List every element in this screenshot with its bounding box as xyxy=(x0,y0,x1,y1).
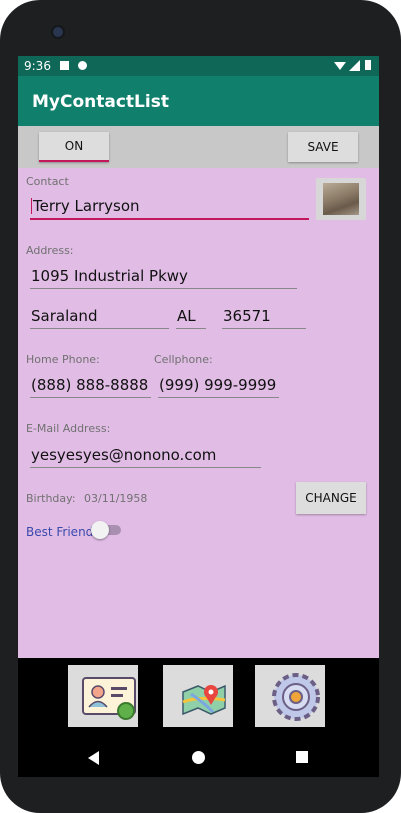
birthday-label: Birthday: xyxy=(26,492,76,505)
contact-name-field[interactable]: Terry Larryson xyxy=(30,196,309,220)
home-phone-label: Home Phone: xyxy=(26,353,100,366)
battery-icon xyxy=(365,60,371,70)
address-field[interactable]: 1095 Industrial Pkwy xyxy=(30,266,297,289)
home-icon[interactable] xyxy=(192,751,205,764)
sd-card-icon xyxy=(60,61,69,70)
map-icon xyxy=(182,684,226,716)
sync-icon xyxy=(78,61,87,70)
back-icon[interactable] xyxy=(88,751,99,765)
system-nav-bar xyxy=(18,736,379,777)
nav-settings-button[interactable] xyxy=(255,665,325,727)
cellphone-label: Cellphone: xyxy=(154,353,213,366)
cellphone-field[interactable]: (999) 999-9999 xyxy=(158,375,279,398)
nav-map-button[interactable] xyxy=(163,665,233,727)
change-birthday-button[interactable]: CHANGE xyxy=(296,482,366,514)
state-field[interactable]: AL xyxy=(176,306,206,329)
signal-icon xyxy=(349,60,360,71)
contact-card-icon xyxy=(82,677,136,720)
settings-gear-icon xyxy=(272,673,320,721)
front-camera xyxy=(53,27,63,37)
edit-toggle-button[interactable]: ON xyxy=(39,132,109,162)
zip-field[interactable]: 36571 xyxy=(222,306,306,329)
bottom-nav xyxy=(18,658,379,736)
address-label: Address: xyxy=(26,244,74,257)
birthday-value: 03/11/1958 xyxy=(84,492,148,505)
contact-label: Contact xyxy=(26,175,69,188)
screen: 9:36 MyContactList ON SAVE Contact Terry… xyxy=(18,56,379,777)
nav-contact-list-button[interactable] xyxy=(68,665,138,727)
best-friend-label: Best Friend xyxy=(26,525,94,539)
contact-name-value: Terry Larryson xyxy=(33,197,140,215)
email-label: E-Mail Address: xyxy=(26,422,111,435)
phone-frame: 9:36 MyContactList ON SAVE Contact Terry… xyxy=(0,0,401,813)
home-phone-field[interactable]: (888) 888-8888 xyxy=(30,375,151,398)
app-bar: MyContactList xyxy=(18,76,379,126)
status-time: 9:36 xyxy=(24,59,51,73)
recents-icon[interactable] xyxy=(296,751,308,763)
edit-toolbar: ON SAVE xyxy=(18,126,379,168)
contact-form: Contact Terry Larryson Address: 1095 Ind… xyxy=(18,168,379,658)
save-button[interactable]: SAVE xyxy=(288,132,358,162)
app-title: MyContactList xyxy=(32,92,169,112)
contact-photo xyxy=(323,183,359,215)
wifi-icon xyxy=(334,62,346,70)
contact-photo-button[interactable] xyxy=(316,178,366,220)
best-friend-switch[interactable] xyxy=(91,521,109,539)
email-field[interactable]: yesyesyes@nonono.com xyxy=(30,445,261,468)
city-field[interactable]: Saraland xyxy=(30,306,169,329)
status-bar: 9:36 xyxy=(18,56,379,76)
text-cursor xyxy=(31,198,32,214)
